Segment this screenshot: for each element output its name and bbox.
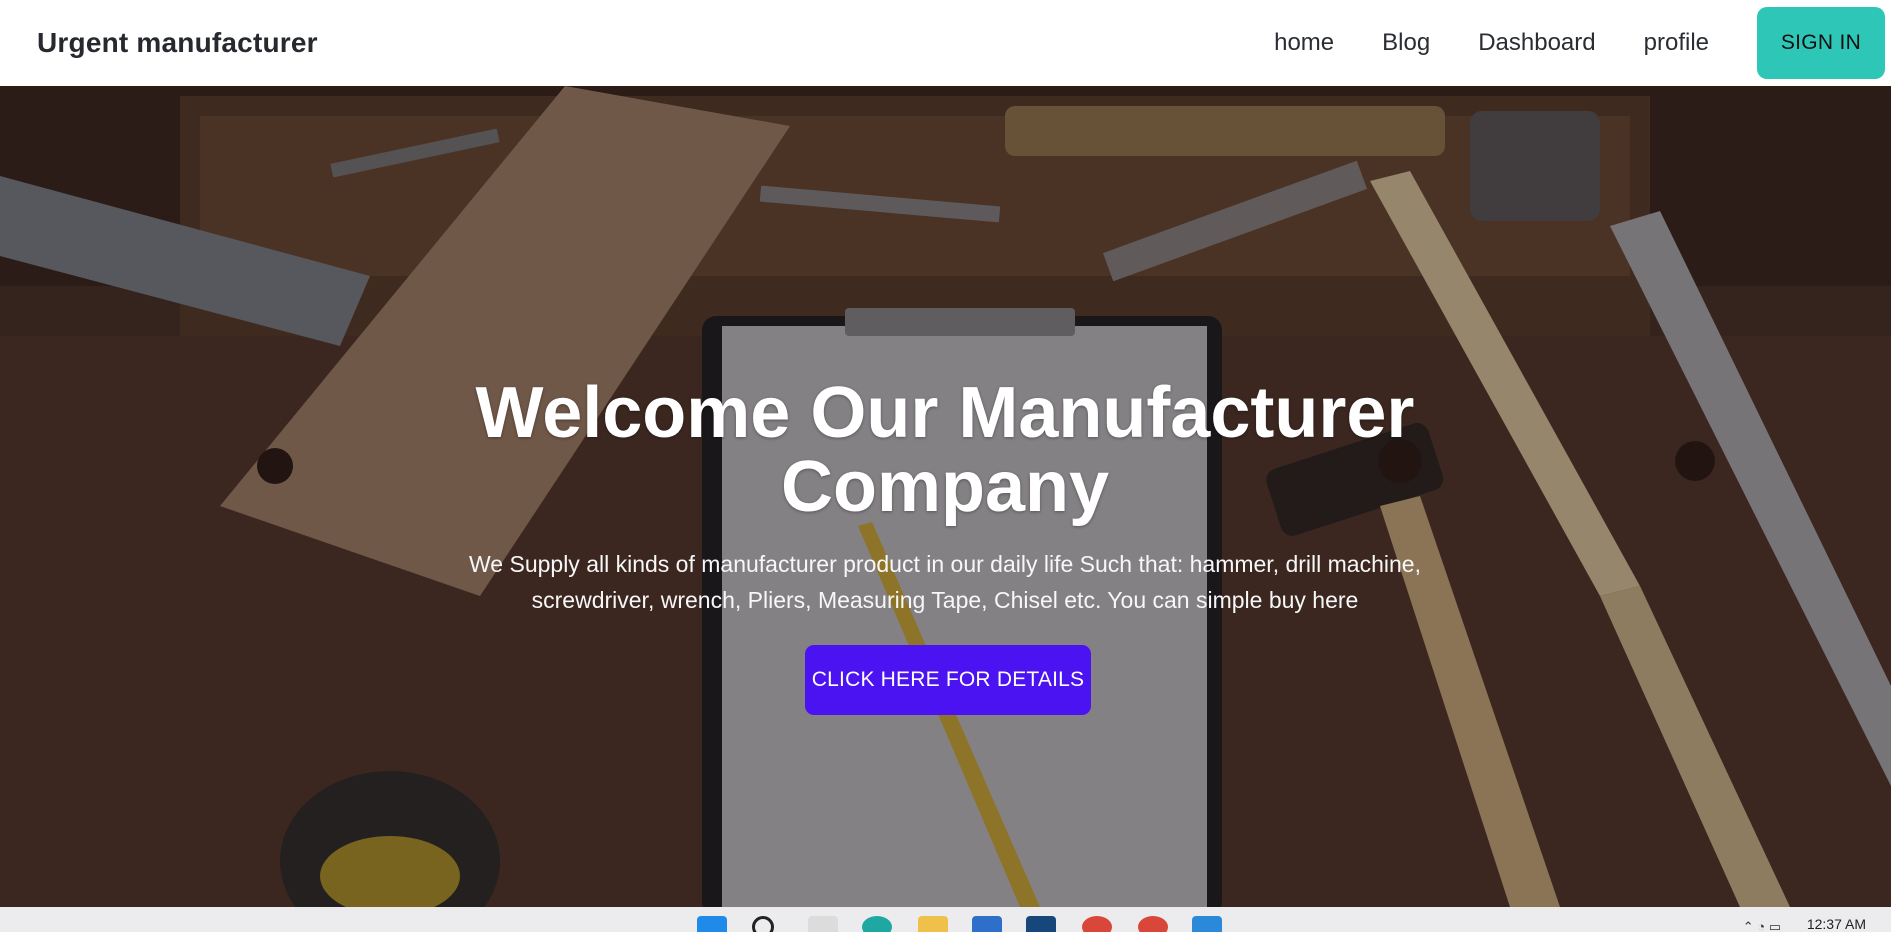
details-button[interactable]: CLICK HERE FOR DETAILS: [805, 645, 1091, 715]
hero-content: Welcome Our Manufacturer Company We Supp…: [0, 86, 1891, 907]
hero-title: Welcome Our Manufacturer Company: [475, 373, 1415, 527]
app-icon[interactable]: [1026, 916, 1056, 932]
hero-description: We Supply all kinds of manufacturer prod…: [469, 551, 1421, 613]
nav-link-profile[interactable]: profile: [1644, 29, 1709, 57]
nav-link-home[interactable]: home: [1274, 29, 1334, 57]
chrome-profile-icon-2[interactable]: [1138, 916, 1168, 932]
hero-banner: Welcome Our Manufacturer Company We Supp…: [0, 86, 1891, 907]
nav-links: home Blog Dashboard profile SIGN IN: [1274, 0, 1891, 86]
edge-icon[interactable]: [862, 916, 892, 932]
vscode-icon[interactable]: [1192, 916, 1222, 932]
nav-link-blog[interactable]: Blog: [1382, 29, 1430, 57]
system-tray[interactable]: ⌃ ◔ ▭: [1743, 919, 1781, 932]
taskbar-clock[interactable]: 12:37 AM: [1807, 916, 1866, 932]
sign-in-button[interactable]: SIGN IN: [1757, 7, 1885, 79]
navbar: Urgent manufacturer home Blog Dashboard …: [0, 0, 1891, 86]
brand-logo[interactable]: Urgent manufacturer: [37, 27, 318, 59]
search-icon[interactable]: [752, 916, 774, 932]
taskbar: ⌃ ◔ ▭ 12:37 AM: [0, 907, 1891, 932]
store-icon[interactable]: [972, 916, 1002, 932]
chrome-profile-icon[interactable]: [1082, 916, 1112, 932]
windows-start-icon[interactable]: [697, 916, 727, 932]
task-view-icon[interactable]: [808, 916, 838, 932]
file-explorer-icon[interactable]: [918, 916, 948, 932]
nav-link-dashboard[interactable]: Dashboard: [1478, 29, 1595, 57]
